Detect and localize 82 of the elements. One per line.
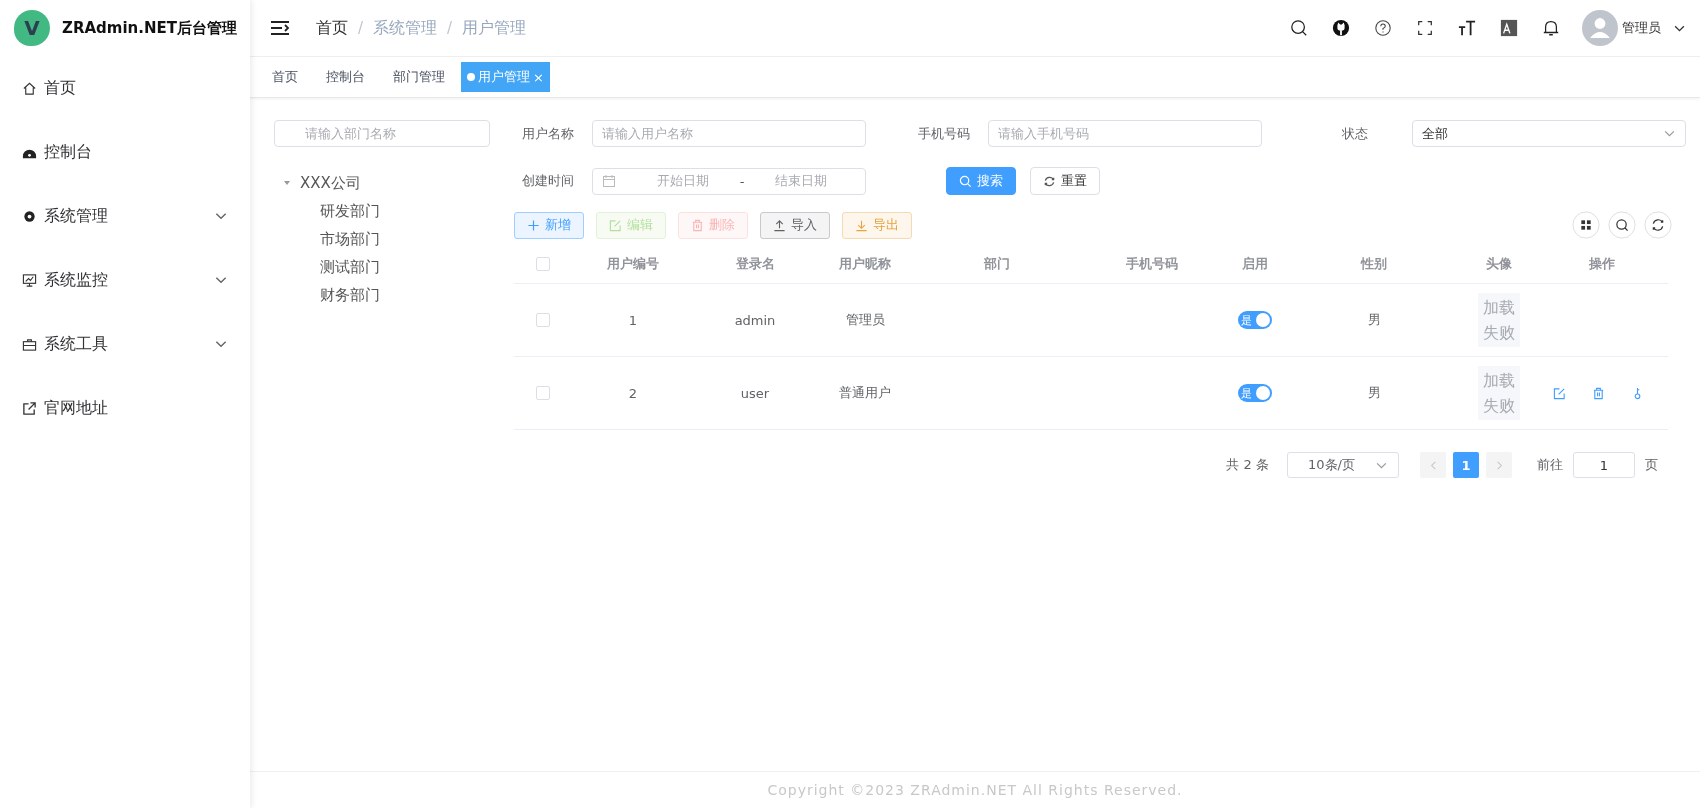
sidebar-item[interactable]: 首页 <box>0 56 250 120</box>
help-icon[interactable] <box>1374 19 1392 37</box>
table-cell: user <box>740 385 770 401</box>
table-cell: 2 <box>628 385 638 401</box>
edit-icon <box>609 218 622 232</box>
goto-label: 前往 <box>1537 456 1563 474</box>
sidebar-item[interactable]: 系统管理 <box>0 184 250 248</box>
sidebar-item[interactable]: 系统工具 <box>0 312 250 376</box>
field-label: 创建时间 <box>521 172 575 190</box>
field-label: 状态 <box>1341 124 1369 143</box>
field-label: 手机号码 <box>917 124 971 143</box>
refresh-icon <box>1043 174 1056 188</box>
monitor-icon <box>22 272 37 288</box>
table-cell: admin <box>734 312 776 328</box>
breadcrumb-separator: / <box>358 19 364 37</box>
column-header: 启用 <box>1242 255 1268 273</box>
tree-item[interactable]: 研发部门 <box>274 197 492 225</box>
breadcrumb-separator: / <box>447 19 453 37</box>
user-name[interactable]: 管理员 <box>1622 19 1661 37</box>
sidebar-item[interactable]: 控制台 <box>0 120 250 184</box>
language-icon[interactable] <box>1500 19 1518 37</box>
import-button[interactable]: 导入 <box>760 211 830 239</box>
reset-button[interactable]: 重置 <box>1030 167 1100 195</box>
table-cell: 普通用户 <box>839 384 891 402</box>
page-input[interactable]: 1 <box>1573 452 1635 478</box>
tree-item[interactable]: 财务部门 <box>274 281 492 309</box>
checkbox[interactable] <box>536 257 550 271</box>
font-size-icon[interactable] <box>1458 19 1476 37</box>
column-header: 用户昵称 <box>839 255 891 273</box>
table-cell: 1 <box>628 312 638 328</box>
refresh-icon[interactable] <box>1644 211 1672 239</box>
gear-icon <box>22 208 37 224</box>
table-cell: 男 <box>1367 311 1381 329</box>
column-header: 头像 <box>1486 255 1512 273</box>
tree-item[interactable]: XXX公司 <box>300 173 361 193</box>
upload-icon <box>773 218 786 232</box>
tab[interactable]: 控制台 <box>314 62 377 92</box>
sidebar-item[interactable]: 系统监控 <box>0 248 250 312</box>
menu-icon[interactable] <box>270 20 290 36</box>
home-icon <box>22 80 37 96</box>
checkbox[interactable] <box>536 386 550 400</box>
date-range-field[interactable]: 开始日期 - 结束日期 <box>592 167 866 195</box>
avatar-image: 加载失败 <box>1478 366 1520 420</box>
download-icon <box>855 218 868 232</box>
tree-item[interactable]: 市场部门 <box>274 225 492 253</box>
column-header: 部门 <box>984 255 1010 273</box>
fullscreen-icon[interactable] <box>1416 19 1434 37</box>
checkbox[interactable] <box>536 313 550 327</box>
app-title: ZRAdmin.NET后台管理 <box>62 18 237 38</box>
toolbox-icon <box>22 336 37 352</box>
tab[interactable]: 部门管理 <box>381 62 457 92</box>
table-cell: 男 <box>1367 384 1381 402</box>
search-icon[interactable] <box>1290 19 1308 37</box>
external-icon <box>22 400 37 416</box>
breadcrumb-item: 用户管理 <box>462 17 527 39</box>
logo-icon: V <box>14 10 50 46</box>
table-cell: 管理员 <box>845 311 885 329</box>
breadcrumb-item: 系统管理 <box>373 17 438 39</box>
breadcrumb-item[interactable]: 首页 <box>316 17 348 39</box>
column-header: 操作 <box>1589 255 1615 273</box>
column-header: 用户编号 <box>607 255 659 273</box>
delete-icon <box>691 218 704 232</box>
calendar-icon <box>602 174 616 188</box>
plus-icon <box>527 218 540 232</box>
delete-icon[interactable] <box>1592 386 1605 400</box>
columns-icon[interactable] <box>1572 211 1600 239</box>
column-header: 性别 <box>1361 255 1387 273</box>
sidebar-item[interactable]: 官网地址 <box>0 376 250 440</box>
column-header: 登录名 <box>735 255 775 273</box>
github-icon[interactable] <box>1332 19 1350 37</box>
page-suffix: 页 <box>1645 456 1658 474</box>
total-count: 共 2 条 <box>1226 456 1269 474</box>
edit-icon[interactable] <box>1553 386 1566 400</box>
tree-item[interactable]: 测试部门 <box>274 253 492 281</box>
avatar-image: 加载失败 <box>1478 293 1520 347</box>
search-icon <box>959 174 972 188</box>
field-label: 用户名称 <box>521 124 575 143</box>
tab[interactable]: 首页 <box>260 62 310 92</box>
column-header: 手机号码 <box>1126 255 1178 273</box>
page-size-select[interactable]: 10条/页 <box>1287 452 1399 478</box>
bell-icon[interactable] <box>1542 19 1560 37</box>
status-select[interactable]: 全部 <box>1412 120 1686 147</box>
